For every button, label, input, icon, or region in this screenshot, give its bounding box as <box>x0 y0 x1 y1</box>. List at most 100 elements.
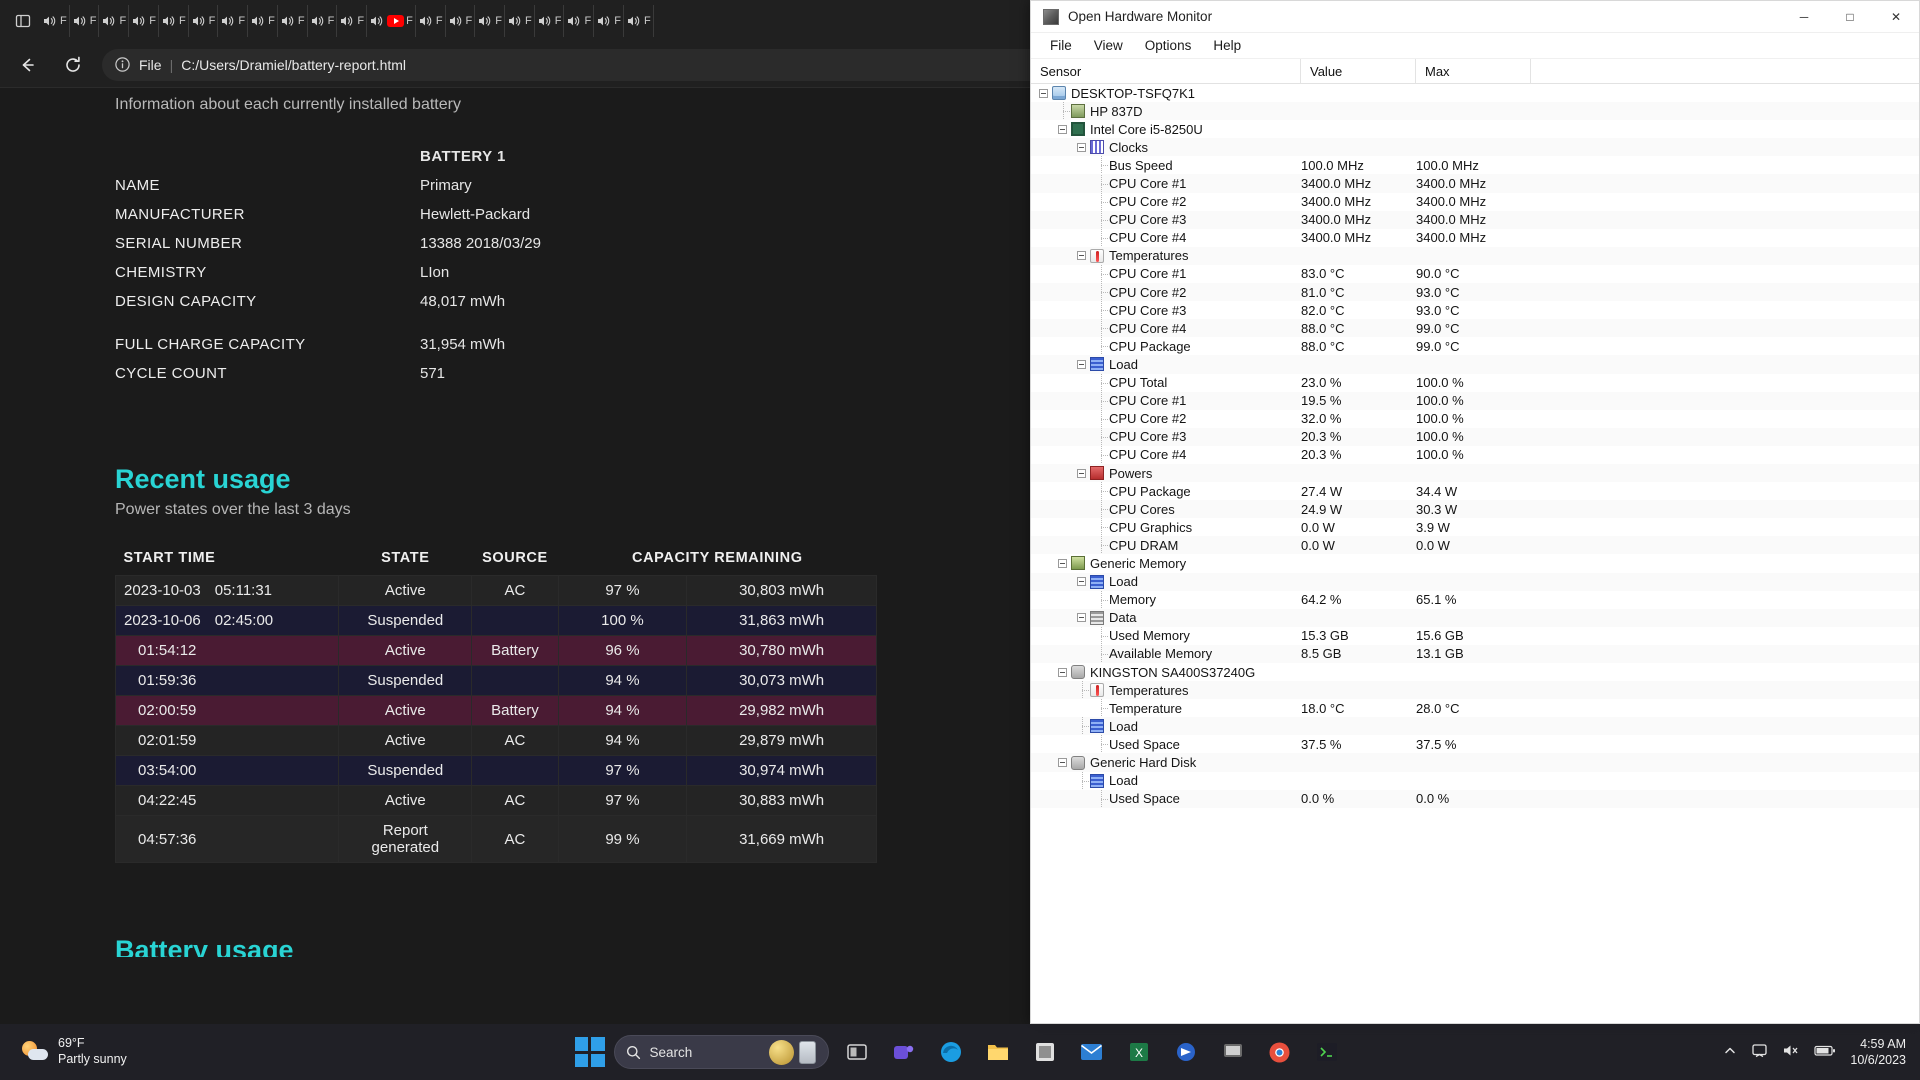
close-button[interactable]: ✕ <box>1873 1 1919 33</box>
menu-options[interactable]: Options <box>1134 36 1203 55</box>
sensor-row[interactable]: CPU DRAM 0.0 W 0.0 W <box>1031 536 1919 555</box>
browser-tab[interactable]: F <box>248 5 278 37</box>
sensor-row[interactable]: CPU Package 27.4 W 34.4 W <box>1031 482 1919 501</box>
browser-tab[interactable]: F <box>189 5 219 37</box>
browser-tab[interactable]: F <box>99 5 130 37</box>
taskbar-app-store[interactable] <box>1026 1033 1064 1071</box>
taskbar-search-box[interactable]: Search <box>613 1035 829 1069</box>
menu-view[interactable]: View <box>1083 36 1134 55</box>
volume-icon[interactable] <box>1782 1043 1800 1061</box>
sensor-row[interactable]: CPU Core #4 20.3 % 100.0 % <box>1031 445 1919 464</box>
taskbar-weather-widget[interactable]: 69°F Partly sunny <box>0 1036 420 1067</box>
browser-tab[interactable]: F <box>505 5 535 37</box>
sensor-row[interactable]: CPU Core #1 19.5 % 100.0 % <box>1031 391 1919 410</box>
sensor-row[interactable]: Temperatures <box>1031 681 1919 700</box>
reload-icon[interactable] <box>56 48 90 82</box>
sensor-row[interactable]: CPU Core #1 3400.0 MHz 3400.0 MHz <box>1031 174 1919 193</box>
collapse-expander-icon[interactable] <box>1058 667 1067 677</box>
sensor-row[interactable]: Generic Memory <box>1031 554 1919 572</box>
ohm-sensor-tree[interactable]: DESKTOP-TSFQ7K1 HP 837D Intel Core i5-8250… <box>1031 84 1919 1023</box>
sensor-row[interactable]: CPU Core #4 3400.0 MHz 3400.0 MHz <box>1031 228 1919 247</box>
menu-help[interactable]: Help <box>1202 36 1252 55</box>
collapse-expander-icon[interactable] <box>1058 558 1067 568</box>
browser-tab[interactable]: F <box>564 5 595 37</box>
collapse-expander-icon[interactable] <box>1077 251 1086 261</box>
taskbar-app-file-explorer[interactable] <box>979 1033 1017 1071</box>
battery-icon[interactable] <box>1814 1044 1836 1060</box>
sensor-row[interactable]: Memory 64.2 % 65.1 % <box>1031 590 1919 609</box>
taskbar-app-teams[interactable] <box>885 1033 923 1071</box>
taskbar-app-excel[interactable]: X <box>1120 1033 1158 1071</box>
browser-tab[interactable]: F <box>367 5 416 37</box>
sensor-row[interactable]: CPU Total 23.0 % 100.0 % <box>1031 373 1919 392</box>
taskbar-app-terminal[interactable] <box>1308 1033 1346 1071</box>
header-value[interactable]: Value <box>1301 58 1416 84</box>
collapse-expander-icon[interactable] <box>1077 613 1086 623</box>
browser-tab[interactable]: F <box>624 5 654 37</box>
back-icon[interactable] <box>10 48 44 82</box>
sensor-row[interactable]: CPU Core #2 3400.0 MHz 3400.0 MHz <box>1031 192 1919 211</box>
sensor-row[interactable]: Load <box>1031 572 1919 591</box>
browser-tab[interactable]: F <box>446 5 476 37</box>
sensor-row[interactable]: DESKTOP-TSFQ7K1 <box>1031 84 1919 102</box>
sensor-row[interactable]: Available Memory 8.5 GB 13.1 GB <box>1031 644 1919 663</box>
taskbar-app-monitor[interactable] <box>1214 1033 1252 1071</box>
browser-tab[interactable]: F <box>278 5 308 37</box>
browser-tab[interactable]: F <box>40 5 70 37</box>
taskbar-app-mail[interactable] <box>1073 1033 1111 1071</box>
sensor-row[interactable]: Load <box>1031 355 1919 374</box>
sensor-row[interactable]: HP 837D <box>1031 102 1919 121</box>
browser-tab[interactable]: F <box>594 5 624 37</box>
collapse-expander-icon[interactable] <box>1077 468 1086 478</box>
taskbar-app-task-view[interactable] <box>838 1033 876 1071</box>
sensor-row[interactable]: CPU Core #2 81.0 °C 93.0 °C <box>1031 283 1919 302</box>
sensor-row[interactable]: Generic Hard Disk <box>1031 753 1919 772</box>
collapse-expander-icon[interactable] <box>1077 577 1086 587</box>
browser-tab[interactable]: F <box>159 5 189 37</box>
start-button[interactable] <box>574 1037 605 1067</box>
sensor-row[interactable]: Powers <box>1031 463 1919 483</box>
sensor-row[interactable]: CPU Graphics 0.0 W 3.9 W <box>1031 518 1919 537</box>
browser-tab[interactable]: F <box>218 5 249 37</box>
browser-tab[interactable]: F <box>416 5 446 37</box>
sensor-row[interactable]: Data <box>1031 608 1919 627</box>
sensor-row[interactable]: Intel Core i5-8250U <box>1031 120 1919 138</box>
taskbar-app-chrome[interactable] <box>1261 1033 1299 1071</box>
sensor-row[interactable]: CPU Cores 24.9 W 30.3 W <box>1031 500 1919 519</box>
browser-tab[interactable]: F <box>129 5 159 37</box>
header-sensor[interactable]: Sensor <box>1031 58 1301 84</box>
collapse-expander-icon[interactable] <box>1077 359 1086 369</box>
sensor-row[interactable]: Load <box>1031 771 1919 790</box>
sensor-row[interactable]: CPU Core #2 32.0 % 100.0 % <box>1031 409 1919 428</box>
sensor-row[interactable]: Used Memory 15.3 GB 15.6 GB <box>1031 626 1919 645</box>
menu-file[interactable]: File <box>1039 36 1083 55</box>
collapse-expander-icon[interactable] <box>1058 124 1067 134</box>
sensor-row[interactable]: CPU Core #1 83.0 °C 90.0 °C <box>1031 264 1919 283</box>
sensor-row[interactable]: Temperature 18.0 °C 28.0 °C <box>1031 699 1919 718</box>
collapse-expander-icon[interactable] <box>1077 142 1086 152</box>
sensor-row[interactable]: CPU Package 88.0 °C 99.0 °C <box>1031 337 1919 356</box>
maximize-button[interactable]: □ <box>1827 1 1873 33</box>
sensor-row[interactable]: Used Space 0.0 % 0.0 % <box>1031 789 1919 808</box>
sensor-row[interactable]: Bus Speed 100.0 MHz 100.0 MHz <box>1031 156 1919 175</box>
sensor-row[interactable]: Clocks <box>1031 138 1919 157</box>
collapse-expander-icon[interactable] <box>1058 758 1067 768</box>
show-hidden-icons-icon[interactable] <box>1723 1044 1737 1061</box>
sensor-row[interactable]: Load <box>1031 717 1919 736</box>
browser-tab[interactable]: F <box>308 5 338 37</box>
browser-tab[interactable]: F <box>70 5 100 37</box>
collapse-expander-icon[interactable] <box>1039 88 1048 98</box>
sensor-row[interactable]: Temperatures <box>1031 246 1919 265</box>
sensor-row[interactable]: Used Space 37.5 % 37.5 % <box>1031 735 1919 754</box>
minimize-button[interactable]: ─ <box>1781 1 1827 33</box>
tab-actions-icon[interactable] <box>6 6 40 36</box>
taskbar-app-edge[interactable] <box>932 1033 970 1071</box>
notification-icon[interactable] <box>1751 1042 1768 1062</box>
browser-tab[interactable]: F <box>337 5 368 37</box>
sensor-row[interactable]: CPU Core #3 20.3 % 100.0 % <box>1031 427 1919 446</box>
sensor-row[interactable]: KINGSTON SA400S37240G <box>1031 663 1919 681</box>
header-max[interactable]: Max <box>1416 58 1531 84</box>
sensor-row[interactable]: CPU Core #3 82.0 °C 93.0 °C <box>1031 301 1919 320</box>
taskbar-clock[interactable]: 4:59 AM 10/6/2023 <box>1850 1036 1906 1069</box>
browser-tab[interactable]: F <box>535 5 565 37</box>
